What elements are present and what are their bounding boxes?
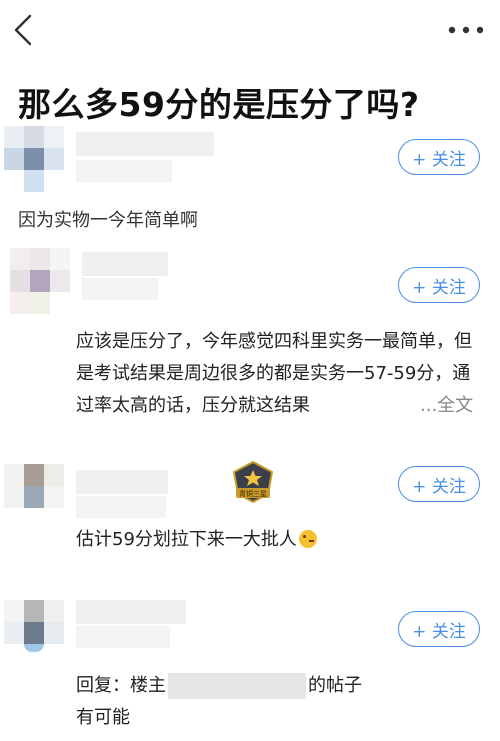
reply-line: 回复：楼主 的帖子	[76, 670, 486, 702]
answer-text: 应该是压分了，今年感觉四科里实务一最简单，但是考试结果是周边很多的都是实务一57…	[76, 331, 472, 416]
answer-text-container: 回复：楼主 的帖子 有可能	[76, 670, 486, 734]
full-text-link-container[interactable]: ...全文	[418, 390, 474, 422]
answer-text: 有可能	[76, 707, 130, 728]
smirk-emoji-icon	[298, 530, 317, 548]
page-title: 那么多59分的是压分了吗?	[18, 85, 420, 124]
user-meta-blurred	[76, 496, 166, 518]
reply-prefix: 回复：楼主	[76, 675, 166, 696]
chevron-left-icon[interactable]	[10, 14, 36, 46]
full-text-link[interactable]: 全文	[437, 395, 473, 416]
ellipsis-icon[interactable]	[446, 22, 486, 38]
top-bar	[0, 0, 500, 60]
follow-button-label: + 关注	[412, 621, 466, 642]
answer-text-container: 估计59分划拉下来一大批人	[76, 524, 486, 556]
follow-button[interactable]: + 关注	[398, 267, 480, 303]
avatar[interactable]	[4, 126, 74, 196]
follow-button[interactable]: + 关注	[398, 466, 480, 502]
mentioned-user-blurred[interactable]	[168, 673, 306, 699]
follow-button[interactable]: + 关注	[398, 139, 480, 175]
username-blurred	[82, 252, 168, 276]
avatar[interactable]	[4, 600, 74, 670]
user-meta-blurred	[76, 626, 170, 648]
rank-badge-label: 青铜三星	[239, 489, 267, 498]
follow-button-label: + 关注	[412, 149, 466, 170]
ellipsis: ...	[420, 395, 438, 416]
reply-suffix: 的帖子	[308, 675, 362, 696]
user-meta-blurred	[82, 278, 158, 300]
user-meta-blurred	[76, 160, 172, 182]
avatar[interactable]	[10, 248, 80, 318]
follow-button-label: + 关注	[412, 476, 466, 497]
username-blurred	[76, 600, 186, 624]
rank-badge-icon: 青铜三星	[232, 460, 274, 504]
avatar[interactable]	[4, 464, 74, 534]
username-blurred	[76, 132, 214, 156]
answer-text: 估计59分划拉下来一大批人	[76, 529, 297, 550]
follow-button-label: + 关注	[412, 277, 466, 298]
answer-text: 因为实物一今年简单啊	[18, 210, 198, 231]
username-blurred	[76, 470, 168, 494]
follow-button[interactable]: + 关注	[398, 611, 480, 647]
